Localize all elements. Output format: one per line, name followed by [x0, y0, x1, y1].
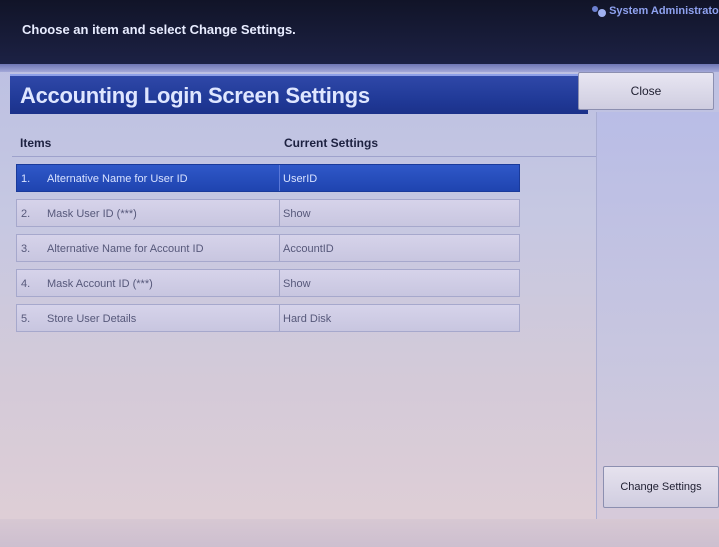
item-value: AccountID	[283, 243, 334, 255]
item-number: 4.	[21, 278, 31, 290]
user-name: System Administrator	[609, 5, 719, 17]
settings-list: 1. Alternative Name for User ID UserID 2…	[16, 164, 520, 339]
list-item[interactable]: 2. Mask User ID (***) Show	[16, 199, 520, 227]
list-item[interactable]: 4. Mask Account ID (***) Show	[16, 269, 520, 297]
item-name: Alternative Name for Account ID	[47, 243, 204, 255]
logged-in-user[interactable]: System Administrator	[592, 5, 719, 17]
column-divider	[279, 305, 280, 331]
item-name: Mask User ID (***)	[47, 208, 137, 220]
items-column-header: Items	[20, 136, 52, 150]
item-value: Show	[283, 208, 311, 220]
item-number: 5.	[21, 313, 31, 325]
page-title: Accounting Login Screen Settings	[20, 83, 370, 108]
item-number: 3.	[21, 243, 31, 255]
list-item[interactable]: 1. Alternative Name for User ID UserID	[16, 164, 520, 192]
item-value: Hard Disk	[283, 313, 332, 325]
change-settings-button[interactable]: Change Settings	[603, 466, 719, 508]
column-divider	[279, 235, 280, 261]
close-button[interactable]: Close	[578, 72, 714, 110]
header-separator	[0, 64, 719, 72]
item-name: Store User Details	[47, 313, 137, 325]
instruction-message: Choose an item and select Change Setting…	[22, 22, 296, 37]
title-bar: Accounting Login Screen Settings	[10, 74, 588, 114]
item-number: 1.	[21, 173, 31, 185]
column-divider	[279, 165, 280, 191]
list-item[interactable]: 3. Alternative Name for Account ID Accou…	[16, 234, 520, 262]
user-group-icon	[592, 5, 607, 17]
item-name: Alternative Name for User ID	[47, 173, 188, 185]
item-value: Show	[283, 278, 311, 290]
column-divider	[279, 200, 280, 226]
screen: Choose an item and select Change Setting…	[0, 0, 719, 547]
header-divider	[12, 156, 596, 157]
item-name: Mask Account ID (***)	[47, 278, 153, 290]
item-value: UserID	[283, 173, 318, 185]
bottom-band	[0, 519, 719, 547]
current-settings-column-header: Current Settings	[284, 136, 379, 150]
item-number: 2.	[21, 208, 31, 220]
message-bar: Choose an item and select Change Setting…	[0, 0, 719, 64]
column-divider	[279, 270, 280, 296]
list-item[interactable]: 5. Store User Details Hard Disk	[16, 304, 520, 332]
